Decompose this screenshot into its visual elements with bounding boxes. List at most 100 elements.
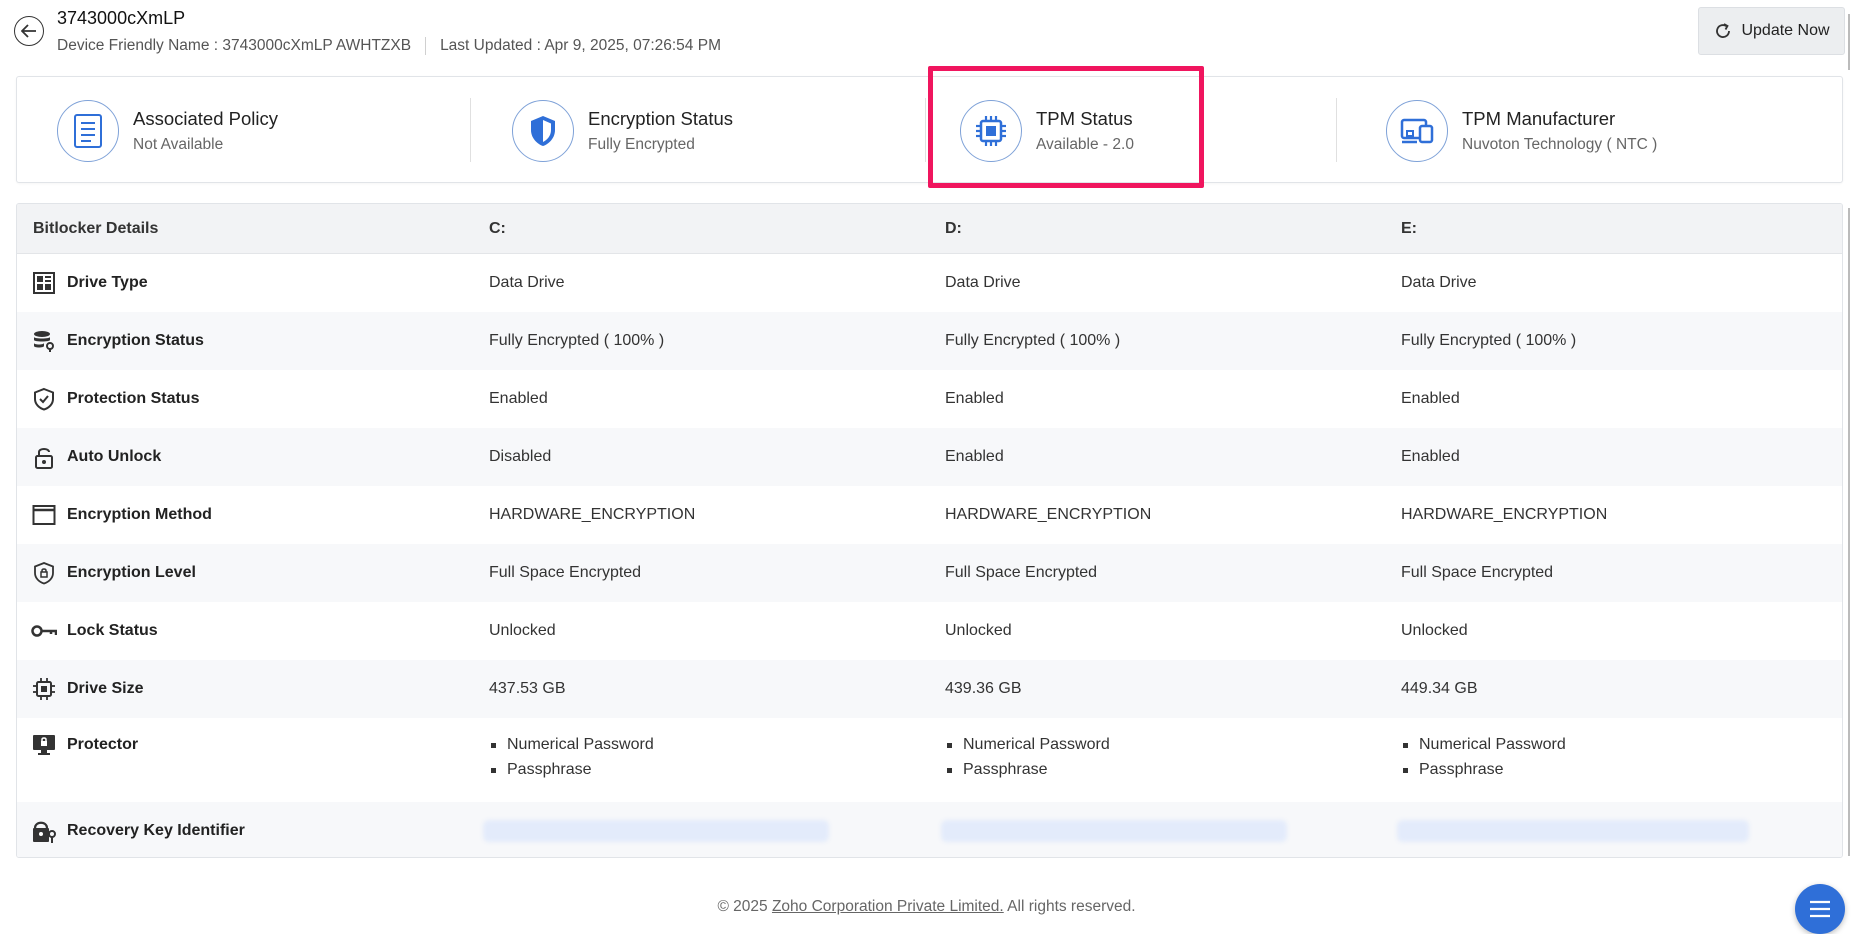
- table-row: Lock Status Unlocked Unlocked Unlocked: [17, 602, 1842, 660]
- cell-value: Fully Encrypted ( 100% ): [489, 332, 665, 349]
- column-header-d: D:: [945, 219, 962, 237]
- menu-fab-button[interactable]: [1795, 884, 1845, 934]
- protector-list: Numerical Password Passphrase: [945, 732, 1110, 782]
- card-divider: [925, 98, 926, 162]
- recovery-key-value-redacted: [1397, 819, 1749, 842]
- policy-document-icon: [57, 99, 119, 162]
- drive-type-icon: [31, 270, 57, 296]
- hamburger-menu-icon: [1810, 900, 1830, 918]
- list-item: Numerical Password: [1401, 732, 1566, 757]
- cell-value: 437.53 GB: [489, 680, 566, 697]
- card-associated-policy: Associated Policy Not Available: [57, 77, 278, 184]
- card-divider: [470, 98, 471, 162]
- cell-value: Disabled: [489, 448, 552, 465]
- shield-icon: [512, 99, 574, 162]
- cell-value: HARDWARE_ENCRYPTION: [1401, 506, 1608, 523]
- refresh-icon: [1716, 23, 1731, 38]
- table-row: Protector Numerical Password Passphrase …: [17, 718, 1842, 802]
- card-title: Encryption Status: [588, 107, 733, 129]
- copyright-suffix: All rights reserved.: [1003, 898, 1136, 915]
- table-row: Drive Type Data Drive Data Drive Data Dr…: [17, 254, 1842, 312]
- cell-value: Unlocked: [945, 622, 1012, 639]
- monitor-lock-icon: [31, 732, 57, 758]
- shield-check-icon: [31, 386, 57, 412]
- card-value: Not Available: [133, 135, 224, 153]
- cell-value: Data Drive: [945, 274, 1021, 291]
- table-row: Encryption Level Full Space Encrypted Fu…: [17, 544, 1842, 602]
- cell-value: Enabled: [945, 448, 1004, 465]
- cell-value: Full Space Encrypted: [945, 564, 1098, 581]
- scrollbar[interactable]: [1848, 208, 1850, 856]
- cell-value: HARDWARE_ENCRYPTION: [489, 506, 696, 523]
- cell-value: Unlocked: [1401, 622, 1468, 639]
- card-value: Fully Encrypted: [588, 135, 695, 153]
- device-meta: Device Friendly Name : 3743000cXmLP AWHT…: [57, 37, 721, 55]
- summary-panel: Associated Policy Not Available Encrypti…: [16, 76, 1843, 183]
- last-updated: Last Updated : Apr 9, 2025, 07:26:54 PM: [440, 37, 721, 54]
- chip-icon: [960, 99, 1022, 162]
- window-icon: [31, 502, 57, 528]
- table-row: Drive Size 437.53 GB 439.36 GB 449.34 GB: [17, 660, 1842, 718]
- chip-icon: [31, 676, 57, 702]
- table-row: Protection Status Enabled Enabled Enable…: [17, 370, 1842, 428]
- row-label: Auto Unlock: [67, 448, 162, 465]
- card-value: Available - 2.0: [1036, 135, 1134, 153]
- column-header-c: C:: [489, 219, 506, 237]
- bitlocker-table: Bitlocker Details C: D: E: Drive Type Da…: [16, 203, 1843, 858]
- cell-value: 439.36 GB: [945, 680, 1022, 697]
- cell-value: Enabled: [1401, 448, 1460, 465]
- row-label: Encryption Status: [67, 332, 204, 349]
- list-item: Passphrase: [945, 757, 1110, 782]
- unlock-icon: [31, 444, 57, 470]
- page-header: 3743000cXmLP Device Friendly Name : 3743…: [0, 0, 1853, 70]
- card-encryption-status: Encryption Status Fully Encrypted: [512, 77, 733, 184]
- recovery-key-icon: [31, 818, 57, 844]
- zoho-corporation-link[interactable]: Zoho Corporation Private Limited.: [772, 898, 1004, 915]
- database-key-icon: [31, 328, 57, 354]
- list-item: Numerical Password: [945, 732, 1110, 757]
- cell-value: Data Drive: [1401, 274, 1477, 291]
- cell-value: Full Space Encrypted: [489, 564, 642, 581]
- cell-value: 449.34 GB: [1401, 680, 1478, 697]
- recovery-key-value-redacted: [941, 819, 1287, 842]
- list-item: Numerical Password: [489, 732, 654, 757]
- copyright-prefix: © 2025: [717, 898, 772, 915]
- cell-value: Data Drive: [489, 274, 565, 291]
- column-header-details: Bitlocker Details: [33, 219, 159, 237]
- cell-value: Fully Encrypted ( 100% ): [945, 332, 1121, 349]
- card-divider: [1336, 98, 1337, 162]
- row-label: Drive Size: [67, 680, 144, 697]
- row-label: Protection Status: [67, 390, 200, 407]
- protector-list: Numerical Password Passphrase: [489, 732, 654, 782]
- row-label: Protector: [67, 736, 139, 753]
- key-icon: [31, 618, 57, 644]
- scrollbar[interactable]: [1848, 14, 1850, 70]
- row-label: Encryption Method: [67, 506, 212, 523]
- cell-value: Unlocked: [489, 622, 556, 639]
- cell-value: Full Space Encrypted: [1401, 564, 1554, 581]
- device-name: 3743000cXmLP: [57, 8, 186, 28]
- card-title: TPM Status: [1036, 107, 1133, 129]
- cell-value: Enabled: [1401, 390, 1460, 407]
- row-label: Lock Status: [67, 622, 158, 639]
- card-tpm-status: TPM Status Available - 2.0: [960, 77, 1134, 184]
- card-title: Associated Policy: [133, 107, 278, 129]
- list-item: Passphrase: [489, 757, 654, 782]
- shield-lock-icon: [31, 560, 57, 586]
- back-button[interactable]: [14, 16, 44, 46]
- table-row: Encryption Status Fully Encrypted ( 100%…: [17, 312, 1842, 370]
- row-label: Encryption Level: [67, 564, 196, 581]
- arrow-left-icon: [21, 24, 36, 38]
- cell-value: Enabled: [945, 390, 1004, 407]
- update-now-button[interactable]: Update Now: [1698, 7, 1845, 55]
- card-title: TPM Manufacturer: [1462, 107, 1616, 129]
- update-now-label: Update Now: [1741, 22, 1830, 39]
- row-label: Drive Type: [67, 274, 148, 291]
- meta-divider: [425, 37, 427, 55]
- recovery-key-value-redacted: [483, 819, 829, 842]
- cell-value: HARDWARE_ENCRYPTION: [945, 506, 1152, 523]
- card-value: Nuvoton Technology ( NTC ): [1462, 135, 1658, 153]
- cell-value: Fully Encrypted ( 100% ): [1401, 332, 1577, 349]
- table-row: Auto Unlock Disabled Enabled Enabled: [17, 428, 1842, 486]
- row-label: Recovery Key Identifier: [67, 821, 245, 839]
